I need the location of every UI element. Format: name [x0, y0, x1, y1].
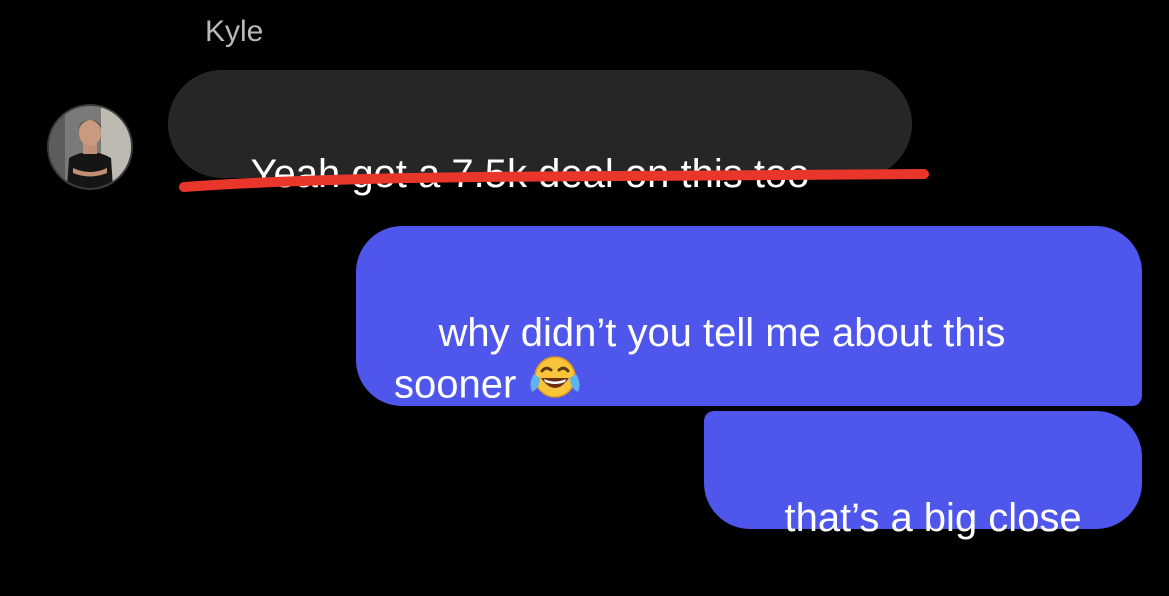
message-text: that’s a big close [784, 496, 1082, 540]
message-text: why didn’t you tell me about this sooner [394, 311, 1017, 407]
message-bubble-incoming[interactable]: Yeah got a 7.5k deal on this too [168, 70, 912, 196]
message-bubble-outgoing[interactable]: that’s a big close [704, 411, 1142, 540]
message-bubble-outgoing[interactable]: why didn’t you tell me about this sooner [356, 226, 1142, 407]
chat-thread: Kyle Yeah got a 7.5k deal on this too wh… [0, 0, 1169, 596]
tears-of-joy-emoji-icon [528, 354, 582, 412]
avatar[interactable] [49, 106, 131, 188]
red-underline-annotation [179, 169, 929, 192]
sender-name: Kyle [205, 15, 264, 48]
